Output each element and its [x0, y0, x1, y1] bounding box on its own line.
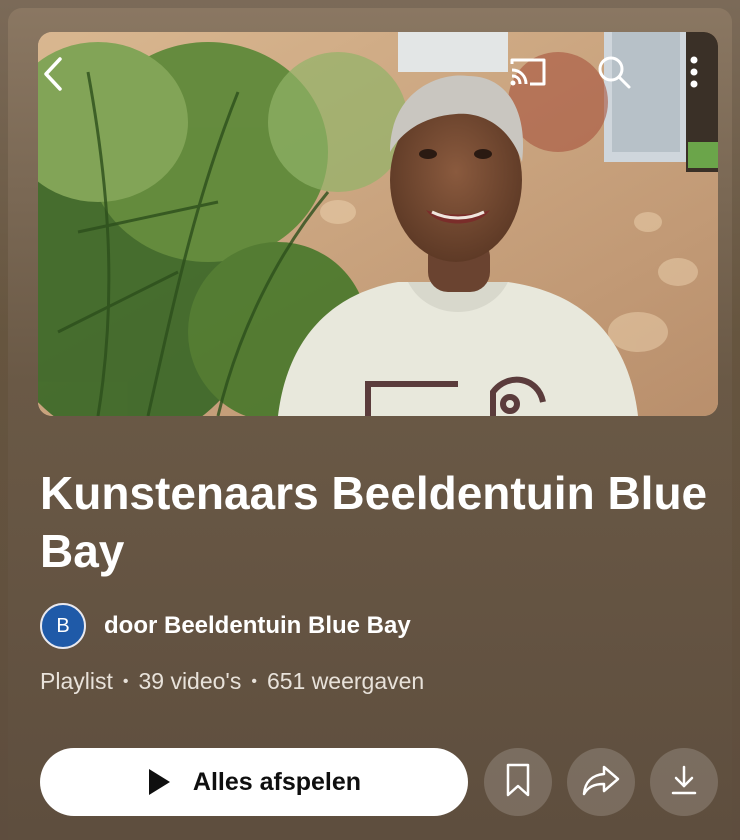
play-all-label: Alles afspelen — [192, 767, 362, 796]
play-icon — [147, 768, 171, 796]
bookmark-icon — [505, 763, 531, 802]
cast-icon[interactable] — [506, 54, 550, 90]
playlist-meta: Playlist • 39 video's • 651 weergaven — [40, 668, 424, 695]
search-icon[interactable] — [594, 52, 634, 92]
more-vertical-icon[interactable] — [682, 52, 706, 92]
separator-dot: • — [122, 672, 129, 690]
playlist-type: Playlist — [40, 668, 113, 694]
chevron-left-icon[interactable] — [38, 54, 68, 94]
separator-dot: • — [251, 672, 257, 690]
avatar-initial: B — [56, 614, 70, 637]
play-all-button[interactable]: Alles afspelen — [40, 748, 468, 816]
thumbnail-toolbar — [38, 32, 718, 112]
share-button[interactable] — [567, 748, 635, 816]
playlist-title: Kunstenaars Beeldentuin Blue Bay — [40, 467, 708, 577]
channel-name[interactable]: door Beeldentuin Blue Bay — [104, 612, 411, 640]
avatar[interactable]: B — [40, 603, 86, 649]
channel-row[interactable]: B door Beeldentuin Blue Bay — [40, 602, 411, 650]
view-count: 651 weergaven — [266, 668, 425, 694]
playlist-header: Kunstenaars Beeldentuin Blue Bay B door … — [8, 8, 732, 840]
download-button[interactable] — [650, 748, 718, 816]
playlist-thumbnail[interactable] — [38, 32, 718, 416]
video-count: 39 video's — [138, 668, 242, 694]
save-button[interactable] — [484, 748, 552, 816]
share-arrow-icon — [582, 764, 620, 801]
download-icon — [670, 764, 698, 801]
